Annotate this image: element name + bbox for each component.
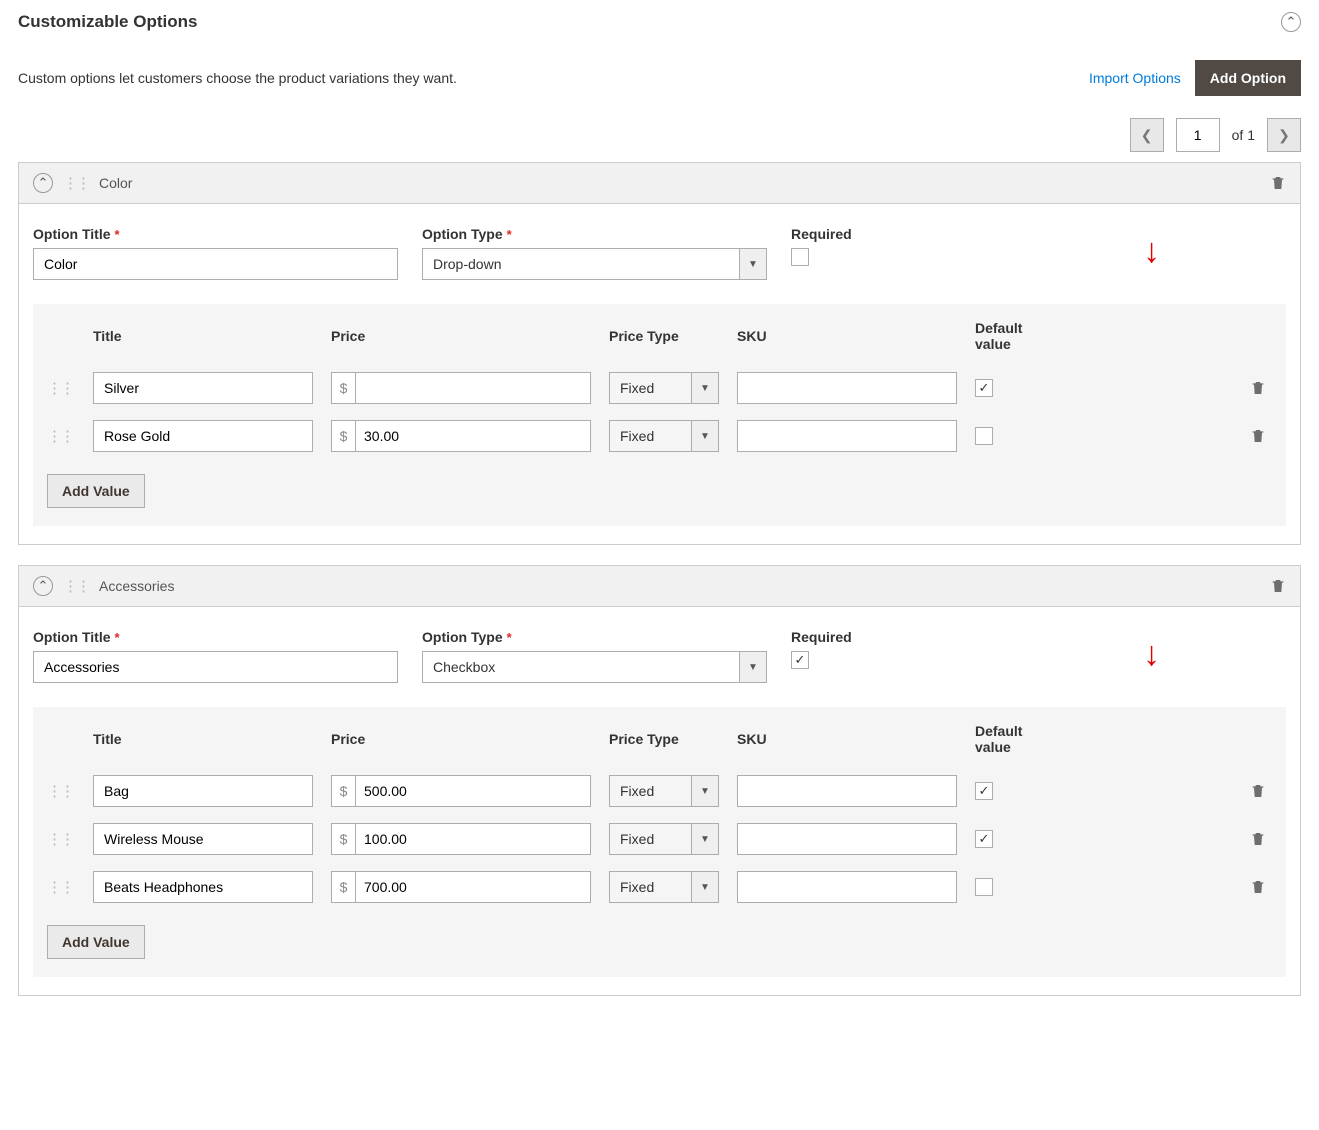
delete-value-icon[interactable]: [1250, 830, 1266, 848]
value-price-input[interactable]: [355, 775, 591, 807]
default-value-checkbox[interactable]: [975, 878, 993, 896]
drag-handle-icon[interactable]: ⋮⋮: [47, 782, 75, 800]
option-type-label: Option Type*: [422, 629, 767, 645]
required-checkbox[interactable]: [791, 248, 809, 266]
delete-value-icon[interactable]: [1250, 878, 1266, 896]
col-price: Price: [331, 328, 591, 344]
option-title-input[interactable]: [33, 248, 398, 280]
chevron-down-icon[interactable]: ▼: [691, 420, 719, 452]
delete-value-icon[interactable]: [1250, 427, 1266, 445]
col-sku: SKU: [737, 731, 957, 747]
add-value-button[interactable]: Add Value: [47, 474, 145, 508]
option-type-select[interactable]: Drop-down ▼: [422, 248, 767, 280]
chevron-down-icon[interactable]: ▼: [691, 871, 719, 903]
value-price-input[interactable]: [355, 871, 591, 903]
currency-symbol: $: [331, 871, 355, 903]
collapse-option-icon[interactable]: ⌃: [33, 173, 53, 193]
add-value-button[interactable]: Add Value: [47, 925, 145, 959]
currency-symbol: $: [331, 823, 355, 855]
add-option-button[interactable]: Add Option: [1195, 60, 1301, 96]
chevron-down-icon[interactable]: ▼: [691, 823, 719, 855]
currency-symbol: $: [331, 420, 355, 452]
value-row: ⋮⋮ $ Fixed ▼ ✓: [47, 815, 1272, 863]
price-type-select[interactable]: Fixed ▼: [609, 775, 719, 807]
col-price: Price: [331, 731, 591, 747]
delete-value-icon[interactable]: [1250, 782, 1266, 800]
option-type-label: Option Type*: [422, 226, 767, 242]
required-label: Required: [791, 629, 852, 645]
price-type-select[interactable]: Fixed ▼: [609, 823, 719, 855]
value-sku-input[interactable]: [737, 823, 957, 855]
option-card-title: Accessories: [99, 578, 174, 594]
value-sku-input[interactable]: [737, 420, 957, 452]
price-type-select[interactable]: Fixed ▼: [609, 420, 719, 452]
value-sku-input[interactable]: [737, 775, 957, 807]
drag-handle-icon[interactable]: ⋮⋮: [47, 830, 75, 848]
option-card: ⌃ ⋮⋮ Color Option Title* Option Type* Dr…: [18, 162, 1301, 545]
default-value-checkbox[interactable]: ✓: [975, 379, 993, 397]
value-price-input[interactable]: [355, 420, 591, 452]
delete-option-icon[interactable]: [1270, 577, 1286, 595]
option-title-label: Option Title*: [33, 226, 398, 242]
value-title-input[interactable]: [93, 775, 313, 807]
drag-handle-icon[interactable]: ⋮⋮: [47, 427, 75, 445]
value-row: ⋮⋮ $ Fixed ▼ ✓: [47, 767, 1272, 815]
price-type-select[interactable]: Fixed ▼: [609, 871, 719, 903]
next-page-button[interactable]: ❯: [1267, 118, 1301, 152]
page-of-label: of 1: [1232, 127, 1255, 143]
option-title-label: Option Title*: [33, 629, 398, 645]
collapse-section-icon[interactable]: ⌃: [1281, 12, 1301, 32]
chevron-down-icon[interactable]: ▼: [691, 775, 719, 807]
col-default-value: Default value: [975, 723, 1047, 755]
value-price-input[interactable]: [355, 372, 591, 404]
currency-symbol: $: [331, 372, 355, 404]
option-card-title: Color: [99, 175, 132, 191]
required-checkbox[interactable]: ✓: [791, 651, 809, 669]
value-price-input[interactable]: [355, 823, 591, 855]
col-price-type: Price Type: [609, 731, 719, 747]
delete-value-icon[interactable]: [1250, 379, 1266, 397]
col-title: Title: [93, 328, 313, 344]
default-value-checkbox[interactable]: ✓: [975, 830, 993, 848]
value-title-input[interactable]: [93, 420, 313, 452]
drag-handle-icon[interactable]: ⋮⋮: [63, 577, 89, 595]
option-card: ⌃ ⋮⋮ Accessories Option Title* Option Ty…: [18, 565, 1301, 996]
value-row: ⋮⋮ $ Fixed ▼: [47, 412, 1272, 460]
import-options-link[interactable]: Import Options: [1089, 70, 1181, 86]
drag-handle-icon[interactable]: ⋮⋮: [47, 878, 75, 896]
col-title: Title: [93, 731, 313, 747]
drag-handle-icon[interactable]: ⋮⋮: [63, 174, 89, 192]
section-description: Custom options let customers choose the …: [18, 70, 457, 86]
chevron-down-icon[interactable]: ▼: [739, 651, 767, 683]
currency-symbol: $: [331, 775, 355, 807]
value-row: ⋮⋮ $ Fixed ▼: [47, 863, 1272, 911]
col-sku: SKU: [737, 328, 957, 344]
required-label: Required: [791, 226, 852, 242]
default-value-checkbox[interactable]: [975, 427, 993, 445]
value-title-input[interactable]: [93, 871, 313, 903]
drag-handle-icon[interactable]: ⋮⋮: [47, 379, 75, 397]
price-type-select[interactable]: Fixed ▼: [609, 372, 719, 404]
delete-option-icon[interactable]: [1270, 174, 1286, 192]
value-row: ⋮⋮ $ Fixed ▼ ✓: [47, 364, 1272, 412]
col-price-type: Price Type: [609, 328, 719, 344]
chevron-down-icon[interactable]: ▼: [739, 248, 767, 280]
col-default-value: Default value: [975, 320, 1047, 352]
page-input[interactable]: [1176, 118, 1220, 152]
value-sku-input[interactable]: [737, 372, 957, 404]
default-value-checkbox[interactable]: ✓: [975, 782, 993, 800]
option-type-select[interactable]: Checkbox ▼: [422, 651, 767, 683]
collapse-option-icon[interactable]: ⌃: [33, 576, 53, 596]
value-title-input[interactable]: [93, 372, 313, 404]
chevron-down-icon[interactable]: ▼: [691, 372, 719, 404]
value-title-input[interactable]: [93, 823, 313, 855]
option-title-input[interactable]: [33, 651, 398, 683]
prev-page-button[interactable]: ❮: [1130, 118, 1164, 152]
section-title: Customizable Options: [18, 12, 197, 32]
value-sku-input[interactable]: [737, 871, 957, 903]
